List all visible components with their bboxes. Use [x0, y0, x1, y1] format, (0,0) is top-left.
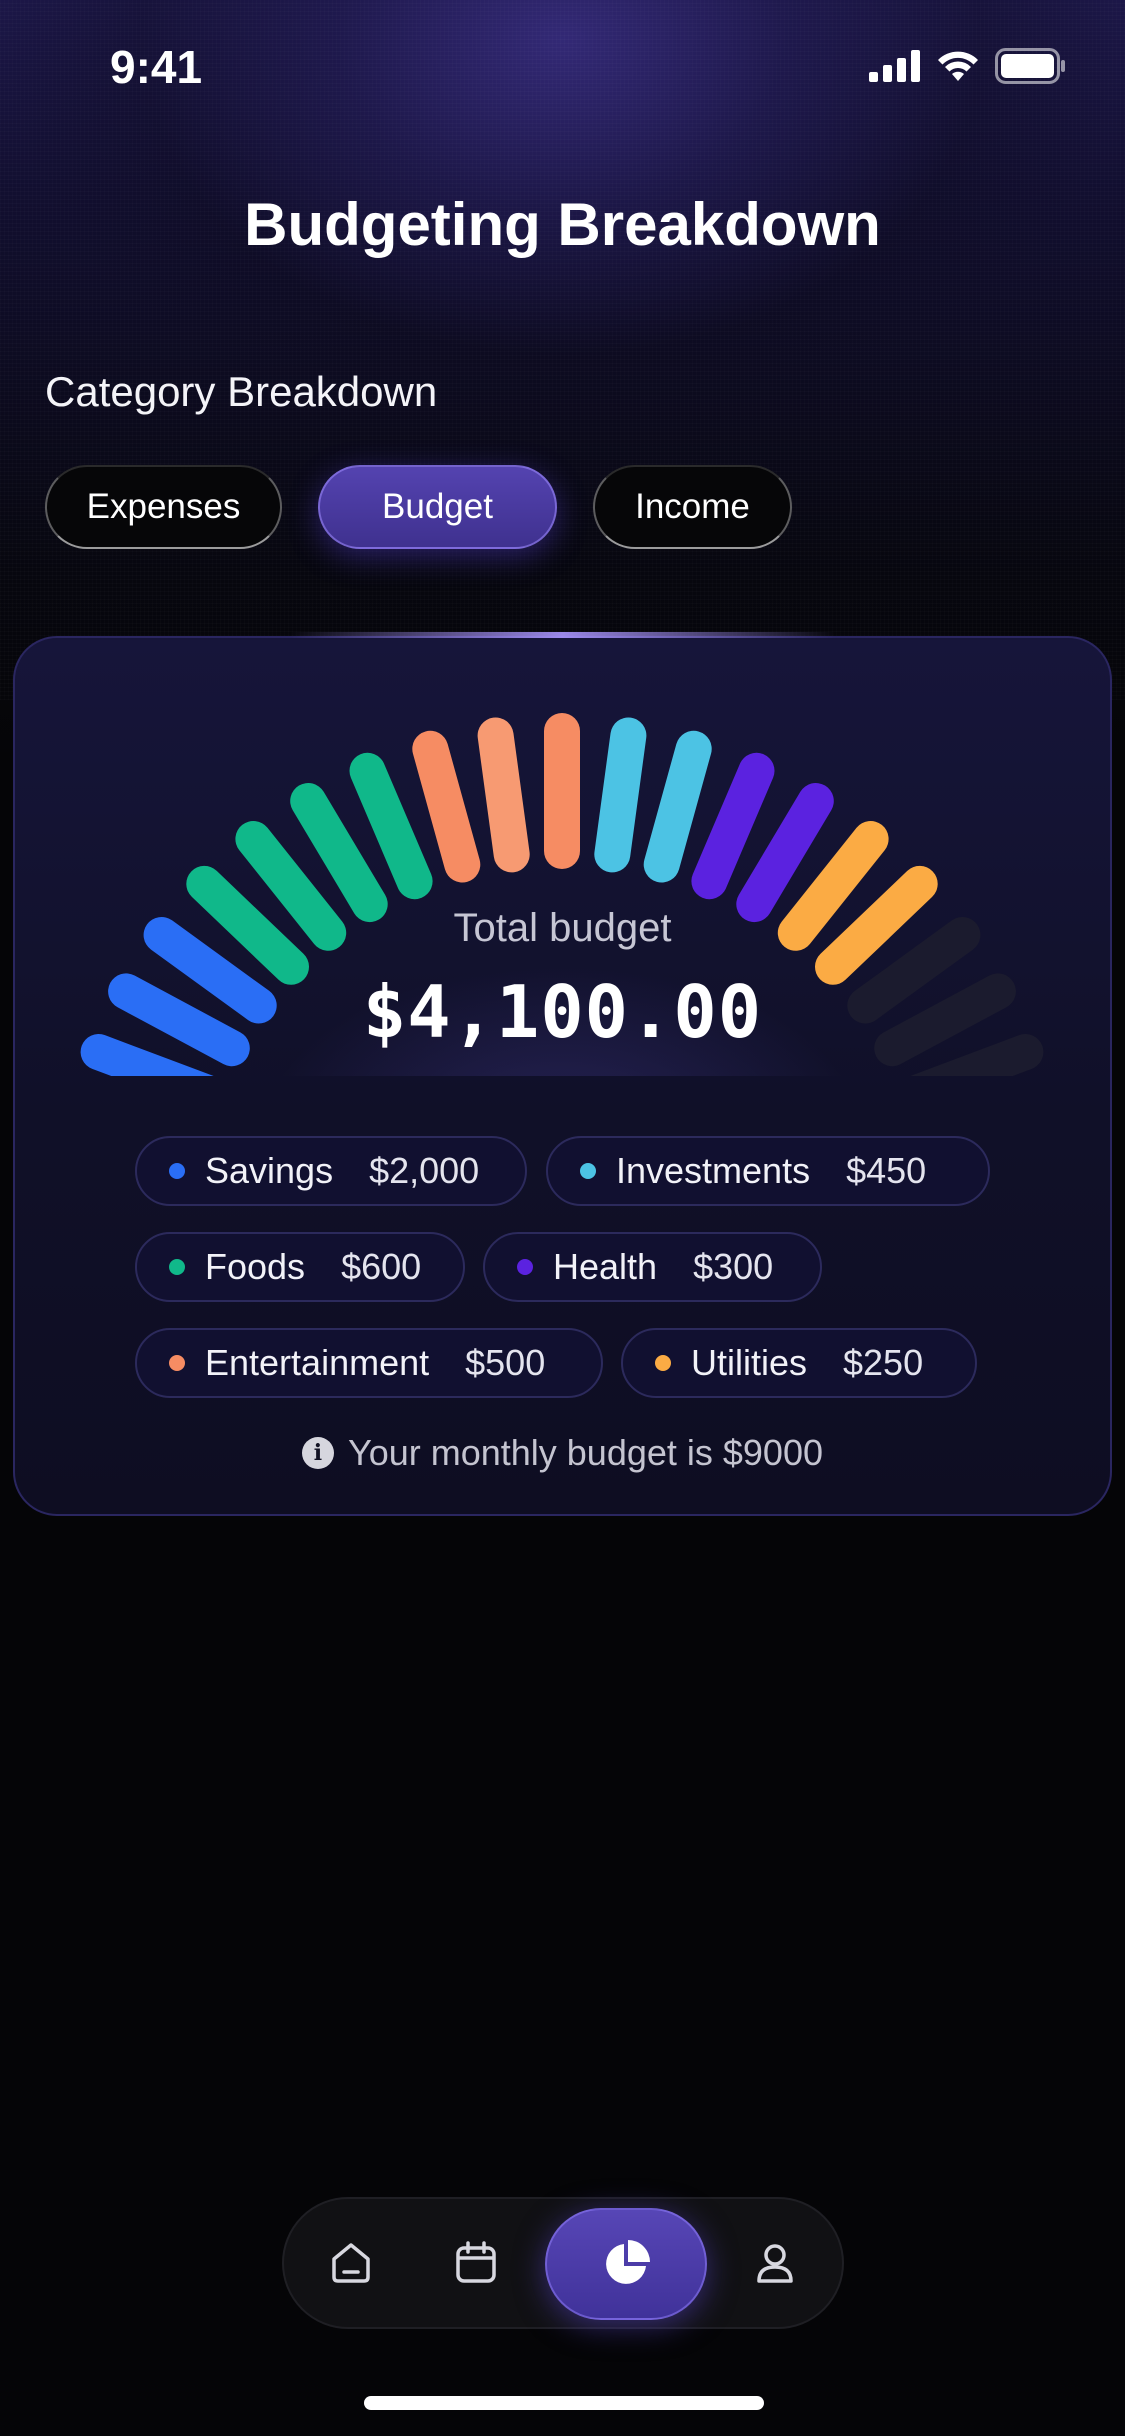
profile-icon: [757, 2244, 793, 2283]
gauge-segment: [594, 717, 647, 873]
savings-color-dot: [169, 1163, 185, 1179]
calendar-icon: [456, 2241, 496, 2283]
category-chip-investments[interactable]: Investments $450: [546, 1136, 990, 1206]
category-chip-utilities[interactable]: Utilities $250: [621, 1328, 977, 1398]
total-budget-value: $4,100.00: [362, 970, 763, 1054]
category-chip-entertainment[interactable]: Entertainment $500: [135, 1328, 603, 1398]
category-chip-health[interactable]: Health $300: [483, 1232, 822, 1302]
gauge-segment: [691, 752, 775, 900]
wifi-icon: [938, 51, 978, 81]
gauge-segment: [412, 730, 481, 883]
nav-home[interactable]: [306, 2218, 396, 2308]
status-time: 9:41: [110, 41, 203, 93]
nav-calendar[interactable]: [431, 2218, 521, 2308]
category-chip-foods[interactable]: Foods $600: [135, 1232, 465, 1302]
category-chip-savings[interactable]: Savings $2,000: [135, 1136, 527, 1206]
battery-icon: [995, 48, 1065, 84]
health-color-dot: [517, 1259, 533, 1275]
category-name: Utilities: [691, 1342, 808, 1383]
monthly-budget-note: i Your monthly budget is $9000: [0, 1432, 1125, 1474]
foods-color-dot: [169, 1259, 185, 1275]
tab-income-label: Income: [635, 487, 750, 526]
gauge-segment: [643, 730, 712, 883]
total-budget-label: Total budget: [453, 906, 672, 950]
tab-expenses[interactable]: Expenses: [45, 465, 282, 549]
monthly-budget-note-text: Your monthly budget is $9000: [347, 1432, 823, 1473]
category-name: Savings: [205, 1150, 334, 1191]
entertainment-color-dot: [169, 1355, 185, 1371]
background-texture: [0, 0, 1125, 700]
home-icon: [332, 2243, 370, 2283]
category-name: Health: [553, 1246, 658, 1287]
page-title: Budgeting Breakdown: [244, 191, 881, 258]
tab-income[interactable]: Income: [593, 465, 792, 549]
gauge-segment: [349, 752, 433, 900]
utilities-color-dot: [655, 1355, 671, 1371]
gauge-segment: [290, 783, 388, 923]
gauge-segment: [477, 717, 530, 873]
gauge-segment: [910, 1034, 1044, 1076]
section-title: Category Breakdown: [45, 368, 438, 415]
tab-budget[interactable]: Budget: [318, 465, 557, 549]
nav-profile[interactable]: [730, 2218, 820, 2308]
category-name: Investments: [616, 1150, 811, 1191]
budget-screen: 9:41 Budgeting Breakdown Category Breakd…: [0, 0, 1125, 2436]
category-name: Entertainment: [205, 1342, 430, 1383]
category-amount: $2,000: [369, 1150, 480, 1191]
info-icon: i: [301, 1437, 334, 1469]
category-name: Foods: [205, 1246, 306, 1287]
category-amount: $250: [843, 1342, 924, 1383]
gauge-segment: [736, 783, 834, 923]
status-icons: [869, 48, 1067, 84]
investments-color-dot: [580, 1163, 596, 1179]
gauge-segment: [80, 1034, 214, 1076]
pie-chart-icon: [606, 2240, 650, 2284]
category-amount: $300: [693, 1246, 774, 1287]
tab-budget-label: Budget: [382, 487, 493, 526]
tab-expenses-label: Expenses: [86, 487, 241, 526]
nav-budget-chart[interactable]: [545, 2208, 707, 2320]
cellular-signal-icon: [869, 50, 920, 82]
home-indicator[interactable]: [364, 2396, 764, 2410]
category-amount: $450: [846, 1150, 927, 1191]
category-amount: $500: [465, 1342, 546, 1383]
category-amount: $600: [341, 1246, 422, 1287]
